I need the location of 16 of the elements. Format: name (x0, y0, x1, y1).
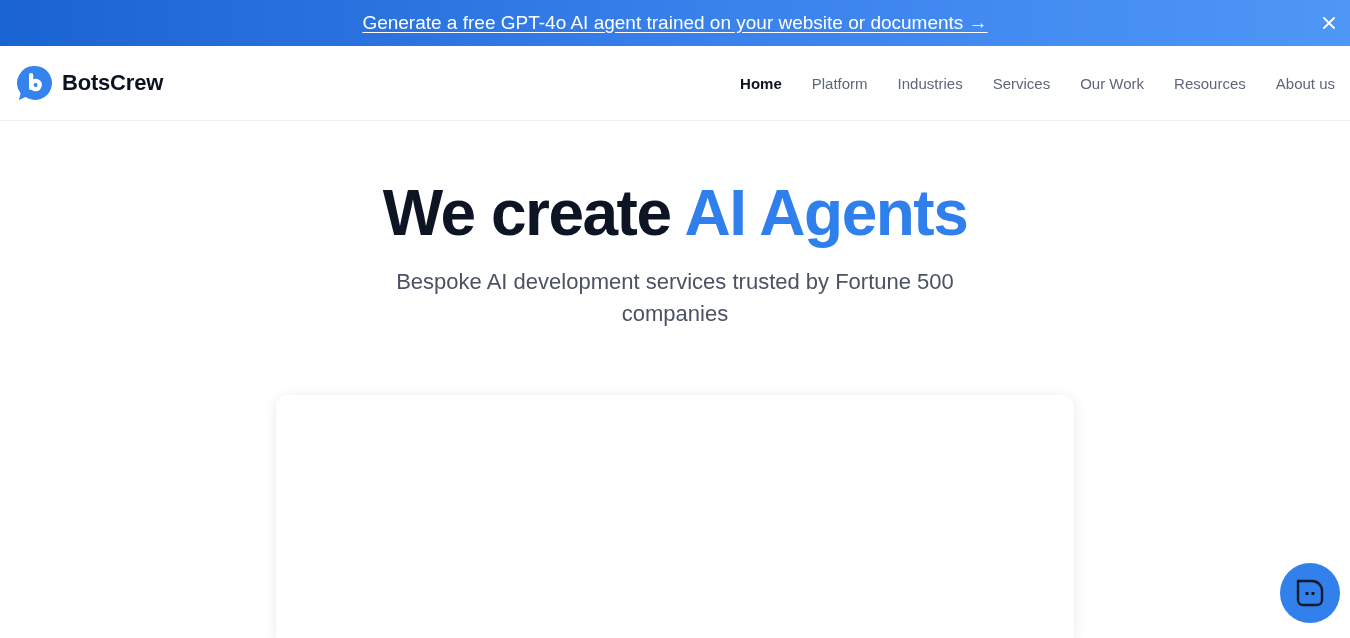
logo-icon (17, 65, 53, 101)
hero-subtitle: Bespoke AI development services trusted by Fortune 500 companies (395, 268, 955, 328)
nav-link[interactable]: About us (1275, 74, 1335, 92)
nav-link[interactable]: Services (992, 74, 1051, 92)
nav-link[interactable]: Home (740, 74, 782, 92)
promo-link[interactable]: Generate a free GPT-4o AI agent trained on your website or documents → (362, 12, 988, 34)
close-button[interactable] (1321, 15, 1337, 31)
nav-link[interactable]: Resources (1174, 74, 1246, 92)
chat-button[interactable] (1280, 563, 1340, 623)
hero-title: We create AI Agents (382, 176, 968, 250)
close-icon (1323, 17, 1335, 29)
chat-icon (1296, 579, 1324, 607)
logo-wordmark[interactable]: BotsCrew (62, 70, 164, 96)
nav-link[interactable]: Industries (897, 74, 963, 92)
nav-link[interactable]: Our Work (1080, 74, 1145, 92)
nav-link[interactable]: Platform (811, 74, 868, 92)
